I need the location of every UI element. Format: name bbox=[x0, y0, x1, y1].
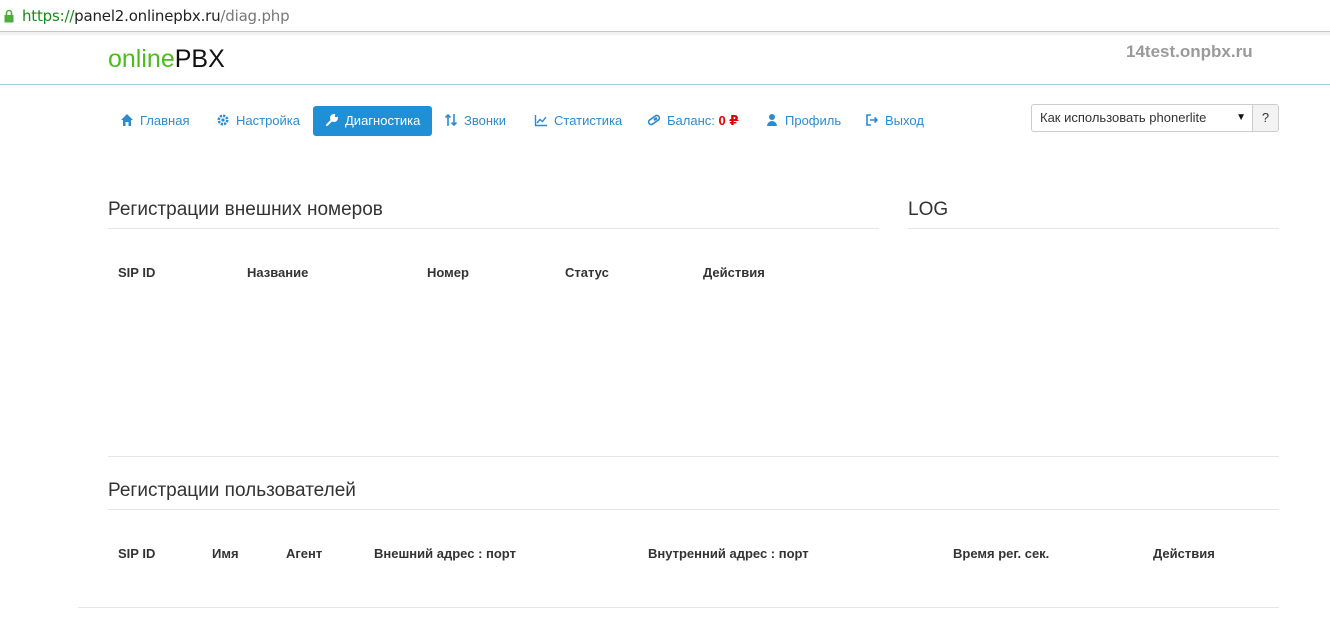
external-col-number: Номер bbox=[427, 265, 469, 280]
lock-icon bbox=[4, 9, 14, 23]
user-icon bbox=[767, 114, 777, 126]
users-col-internal-address: Внутренний адрес : порт bbox=[648, 546, 809, 561]
account-domain: 14test.onpbx.ru bbox=[1126, 42, 1253, 61]
url-path: /diag.php bbox=[220, 7, 290, 25]
nav-balance[interactable]: Баланс: 0 ₽ bbox=[637, 106, 738, 136]
nav-home[interactable]: Главная bbox=[110, 106, 189, 136]
users-col-external-address: Внешний адрес : порт bbox=[374, 546, 516, 561]
logo[interactable]: onlinePBX bbox=[108, 45, 225, 74]
nav-stats[interactable]: Статистика bbox=[524, 106, 622, 136]
browser-address-bar[interactable]: https://panel2.onlinepbx.ru/diag.php bbox=[0, 0, 1330, 32]
chevron-down-icon: ▼ bbox=[1236, 112, 1246, 123]
nav-settings[interactable]: Настройка bbox=[206, 106, 300, 136]
url-text[interactable]: https://panel2.onlinepbx.ru/diag.php bbox=[22, 7, 290, 25]
help-button[interactable]: ? bbox=[1252, 104, 1279, 132]
logo-part-pbx: PBX bbox=[174, 45, 225, 73]
divider bbox=[108, 509, 1279, 510]
chart-icon bbox=[534, 115, 547, 127]
gear-icon bbox=[217, 114, 229, 126]
nav-balance-label: Баланс: bbox=[667, 113, 715, 128]
nav-diagnostics[interactable]: Диагностика bbox=[313, 106, 433, 136]
users-col-actions: Действия bbox=[1153, 546, 1215, 561]
users-col-agent: Агент bbox=[286, 546, 323, 561]
external-col-status: Статус bbox=[565, 265, 609, 280]
balance-amount: 0 bbox=[718, 113, 726, 128]
logout-icon bbox=[866, 114, 879, 126]
site-header: onlinePBX 14test.onpbx.ru bbox=[0, 35, 1330, 85]
url-scheme: https:// bbox=[22, 7, 75, 25]
help-select[interactable]: Как использовать phonerlite ▼ bbox=[1031, 104, 1253, 132]
logo-part-online: online bbox=[108, 45, 175, 73]
balance-currency: ₽ bbox=[729, 113, 739, 128]
external-col-actions: Действия bbox=[703, 265, 765, 280]
users-col-reg-time: Время рег. сек. bbox=[953, 546, 1050, 561]
wrench-icon bbox=[326, 113, 339, 126]
nav-logout-label: Выход bbox=[885, 113, 924, 128]
nav-home-label: Главная bbox=[140, 113, 190, 128]
nav-stats-label: Статистика bbox=[554, 113, 623, 128]
log-title: LOG bbox=[908, 199, 949, 220]
pill-icon bbox=[647, 114, 661, 126]
help-select-value: Как использовать phonerlite bbox=[1040, 110, 1207, 125]
nav-logout[interactable]: Выход bbox=[855, 106, 924, 136]
nav-calls[interactable]: Звонки bbox=[434, 106, 506, 136]
nav-profile-label: Профиль bbox=[785, 113, 842, 128]
balance-value: 0 ₽ bbox=[719, 113, 739, 128]
external-col-name: Название bbox=[247, 265, 309, 280]
external-registrations-title: Регистрации внешних номеров bbox=[108, 199, 383, 220]
home-icon bbox=[121, 114, 133, 126]
user-registrations-title: Регистрации пользователей bbox=[108, 480, 356, 501]
nav-settings-label: Настройка bbox=[236, 113, 300, 128]
nav-diagnostics-label: Диагностика bbox=[345, 113, 421, 128]
users-col-name: Имя bbox=[212, 546, 239, 561]
users-col-sipid: SIP ID bbox=[118, 546, 156, 561]
divider bbox=[108, 456, 1279, 457]
external-col-sipid: SIP ID bbox=[118, 265, 156, 280]
nav-calls-label: Звонки bbox=[464, 113, 506, 128]
arrows-updown-icon bbox=[444, 113, 458, 127]
divider bbox=[78, 607, 1279, 608]
nav-profile[interactable]: Профиль bbox=[755, 106, 841, 136]
url-host: panel2.onlinepbx.ru bbox=[74, 7, 221, 25]
divider bbox=[108, 228, 879, 229]
divider bbox=[908, 228, 1279, 229]
